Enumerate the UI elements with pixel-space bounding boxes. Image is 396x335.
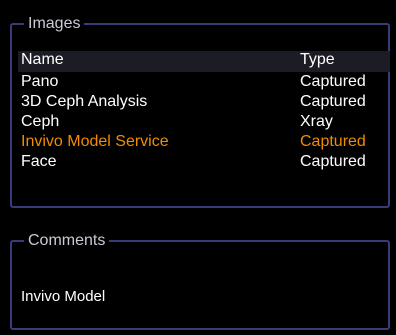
image-row-type: Xray (300, 113, 333, 130)
image-row-3d-ceph-analysis[interactable]: 3D Ceph Analysis Captured (18, 92, 390, 112)
images-legend: Images (24, 13, 85, 35)
image-row-name: Invivo Model Service (21, 133, 169, 150)
images-panel: Images Name Type Pano Captured 3D Ceph A… (10, 13, 390, 208)
column-header-name[interactable]: Name (21, 51, 64, 69)
image-row-ceph[interactable]: Ceph Xray (18, 112, 390, 132)
image-row-pano[interactable]: Pano Captured (18, 72, 390, 92)
images-table-header: Name Type (18, 51, 390, 72)
image-row-face[interactable]: Face Captured (18, 152, 390, 172)
image-row-invivo-model-service[interactable]: Invivo Model Service Captured (18, 132, 390, 152)
image-row-type: Captured (300, 153, 366, 170)
column-header-type[interactable]: Type (300, 51, 335, 69)
image-row-name: Pano (21, 73, 59, 90)
image-row-name: Face (21, 153, 57, 170)
image-row-type: Captured (300, 73, 366, 90)
comment-text[interactable]: Invivo Model (21, 287, 105, 307)
image-row-type: Captured (300, 93, 366, 110)
comments-panel: Comments Invivo Model (10, 230, 390, 330)
comments-legend: Comments (24, 230, 110, 252)
image-row-type: Captured (300, 133, 366, 150)
image-row-name: 3D Ceph Analysis (21, 93, 148, 110)
image-row-name: Ceph (21, 113, 60, 130)
